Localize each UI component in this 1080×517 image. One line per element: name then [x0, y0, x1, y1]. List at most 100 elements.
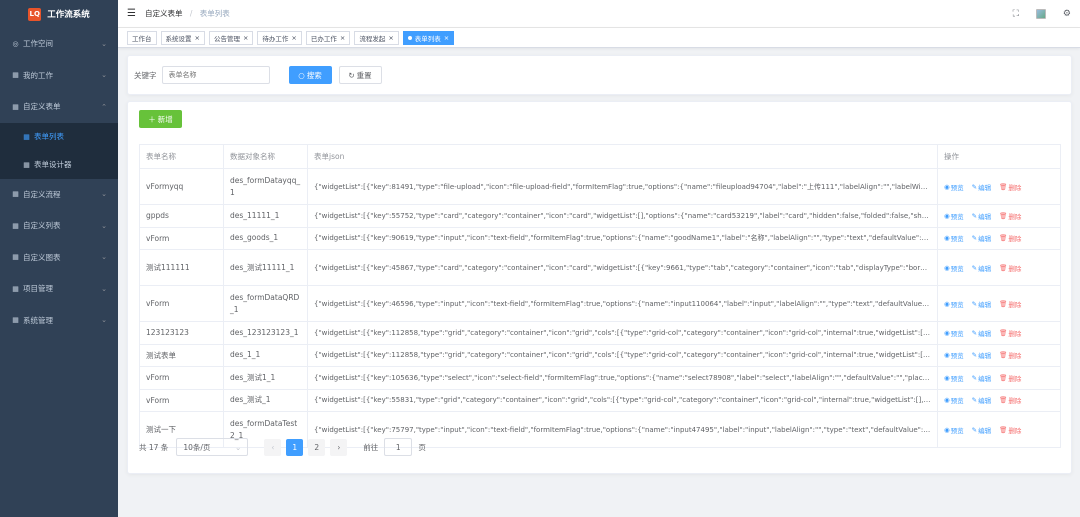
tab-system-settings[interactable]: 系统设置 × — [160, 30, 205, 45]
search-input[interactable] — [161, 66, 270, 84]
delete-button[interactable]: 🗑 删除 — [999, 350, 1021, 360]
delete-label: 删除 — [1008, 329, 1022, 338]
edit-label: 编辑 — [978, 264, 992, 273]
reset-button[interactable]: ↻ 重置 — [338, 66, 382, 84]
sidebar-item-custom-chart[interactable]: ▦ 自定义图表 ⌄ — [0, 242, 118, 274]
eye-icon: ◉ — [944, 373, 950, 382]
logo-mark: LQ — [28, 7, 42, 21]
hamburger-icon[interactable]: ☰ — [127, 8, 136, 19]
add-button[interactable]: ＋ 新增 — [139, 110, 182, 128]
grid-icon: ▦ — [12, 71, 19, 80]
sidebar-item-custom-list[interactable]: ▦ 自定义列表 ⌄ — [0, 210, 118, 242]
page-size-select[interactable]: 10条/页 ⌄ — [176, 438, 249, 456]
sidebar-item-workspace[interactable]: ◎ 工作空间 ⌄ — [0, 28, 118, 60]
edit-button[interactable]: ✎ 编辑 — [972, 211, 991, 221]
close-icon[interactable]: × — [444, 34, 449, 42]
edit-icon: ✎ — [971, 396, 978, 405]
edit-button[interactable]: ✎ 编辑 — [972, 350, 991, 360]
delete-button[interactable]: 🗑 删除 — [999, 211, 1021, 221]
close-icon[interactable]: × — [388, 34, 393, 42]
close-icon[interactable]: × — [243, 34, 248, 42]
eye-icon: ◉ — [944, 299, 950, 308]
cell-actions: ◉ 预览 ✎ 编辑 🗑 删除 — [937, 285, 1061, 322]
close-icon[interactable]: × — [291, 34, 296, 42]
table-row: 123123123 des_123123123_1 {"widgetList":[{… — [139, 321, 1061, 345]
delete-button[interactable]: 🗑 删除 — [999, 425, 1021, 435]
preview-button[interactable]: ◉ 预览 — [944, 211, 964, 221]
page-number-2[interactable]: 2 — [308, 438, 326, 456]
delete-button[interactable]: 🗑 删除 — [999, 233, 1021, 243]
delete-button[interactable]: 🗑 删除 — [999, 373, 1021, 383]
prev-page-button[interactable]: ‹ — [264, 438, 282, 456]
page-number-1[interactable]: 1 — [286, 438, 304, 456]
edit-button[interactable]: ✎ 编辑 — [972, 182, 991, 192]
sidebar-item-form-list[interactable]: ▦ 表单列表 — [0, 123, 118, 151]
tab-todo[interactable]: 待办工作 × — [257, 30, 302, 45]
edit-button[interactable]: ✎ 编辑 — [972, 263, 991, 273]
breadcrumb: 自定义表单 / 表单列表 — [145, 8, 230, 19]
keyword-label: 关键字 — [134, 70, 157, 80]
gear-icon[interactable]: ⚙ — [1063, 9, 1071, 19]
delete-button[interactable]: 🗑 删除 — [999, 263, 1021, 273]
delete-button[interactable]: 🗑 删除 — [999, 182, 1021, 192]
preview-button[interactable]: ◉ 预览 — [944, 373, 964, 383]
sidebar-item-custom-flow[interactable]: ▦ 自定义流程 ⌄ — [0, 179, 118, 211]
preview-button[interactable]: ◉ 预览 — [944, 425, 964, 435]
edit-button[interactable]: ✎ 编辑 — [972, 373, 991, 383]
avatar[interactable] — [1035, 8, 1046, 19]
delete-button[interactable]: 🗑 删除 — [999, 299, 1021, 309]
fullscreen-icon[interactable]: ⛶ — [1013, 9, 1019, 19]
eye-icon: ◉ — [944, 182, 950, 191]
next-page-button[interactable]: › — [330, 438, 348, 456]
edit-button[interactable]: ✎ 编辑 — [972, 328, 991, 338]
breadcrumb-current: 表单列表 — [199, 9, 230, 18]
trash-icon: 🗑 — [999, 263, 1008, 272]
chevron-down-icon: ⌄ — [101, 221, 107, 230]
preview-label: 预览 — [950, 212, 964, 221]
preview-button[interactable]: ◉ 预览 — [944, 395, 964, 405]
sidebar-item-project[interactable]: ▦ 项目管理 ⌄ — [0, 273, 118, 305]
edit-label: 编辑 — [978, 397, 992, 406]
tab-label: 公告管理 — [213, 34, 240, 43]
preview-button[interactable]: ◉ 预览 — [944, 263, 964, 273]
table-panel: ＋ 新增 表单名称 数据对象名称 表单json 操作 vFormyqq des_f… — [127, 101, 1072, 474]
goto-page-input[interactable]: 1 — [384, 438, 413, 456]
sidebar-item-system[interactable]: ▦ 系统管理 ⌄ — [0, 305, 118, 337]
delete-label: 删除 — [1008, 397, 1022, 406]
close-icon[interactable]: × — [340, 34, 345, 42]
preview-button[interactable]: ◉ 预览 — [944, 350, 964, 360]
chevron-down-icon: ⌄ — [235, 442, 242, 452]
edit-icon: ✎ — [971, 351, 978, 360]
close-icon[interactable]: × — [195, 34, 200, 42]
preview-button[interactable]: ◉ 预览 — [944, 182, 964, 192]
preview-button[interactable]: ◉ 预览 — [944, 233, 964, 243]
delete-label: 删除 — [1008, 300, 1022, 309]
add-button-label: 新增 — [157, 114, 173, 124]
table-row: vForm des_goods_1 {"widgetList":[{"key":90… — [139, 226, 1061, 250]
tab-form-list[interactable]: 表单列表 × — [402, 30, 455, 45]
table-row: vForm des_formDataQRD_1 {"widgetList":[{"k… — [139, 285, 1061, 322]
tab-notice[interactable]: 公告管理 × — [208, 30, 254, 45]
delete-button[interactable]: 🗑 删除 — [999, 395, 1021, 405]
cell-actions: ◉ 预览 ✎ 编辑 🗑 删除 — [937, 226, 1061, 250]
edit-label: 编辑 — [978, 212, 992, 221]
search-button[interactable]: ○ 搜索 — [288, 66, 332, 84]
sidebar-item-my-work[interactable]: ▦ 我的工作 ⌄ — [0, 60, 118, 92]
edit-button[interactable]: ✎ 编辑 — [972, 425, 991, 435]
sidebar-item-form-designer[interactable]: ▦ 表单设计器 — [0, 151, 118, 179]
breadcrumb-item[interactable]: 自定义表单 — [145, 9, 183, 18]
tab-flow-start[interactable]: 流程发起 × — [354, 30, 399, 45]
edit-button[interactable]: ✎ 编辑 — [972, 395, 991, 405]
preview-button[interactable]: ◉ 预览 — [944, 328, 964, 338]
tab-label: 流程发起 — [359, 34, 386, 43]
tab-done[interactable]: 已办工作 × — [305, 30, 351, 45]
edit-label: 编辑 — [978, 352, 992, 361]
sidebar-submenu-custom-form: ▦ 表单列表 ▦ 表单设计器 — [0, 122, 118, 179]
tab-workbench[interactable]: 工作台 — [127, 30, 157, 45]
edit-button[interactable]: ✎ 编辑 — [972, 233, 991, 243]
sidebar-item-custom-form[interactable]: ▦ 自定义表单 ⌃ — [0, 91, 118, 123]
preview-button[interactable]: ◉ 预览 — [944, 299, 964, 309]
edit-button[interactable]: ✎ 编辑 — [972, 299, 991, 309]
delete-button[interactable]: 🗑 删除 — [999, 328, 1021, 338]
form-table: 表单名称 数据对象名称 表单json 操作 vFormyqq des_formDa… — [139, 144, 1061, 448]
